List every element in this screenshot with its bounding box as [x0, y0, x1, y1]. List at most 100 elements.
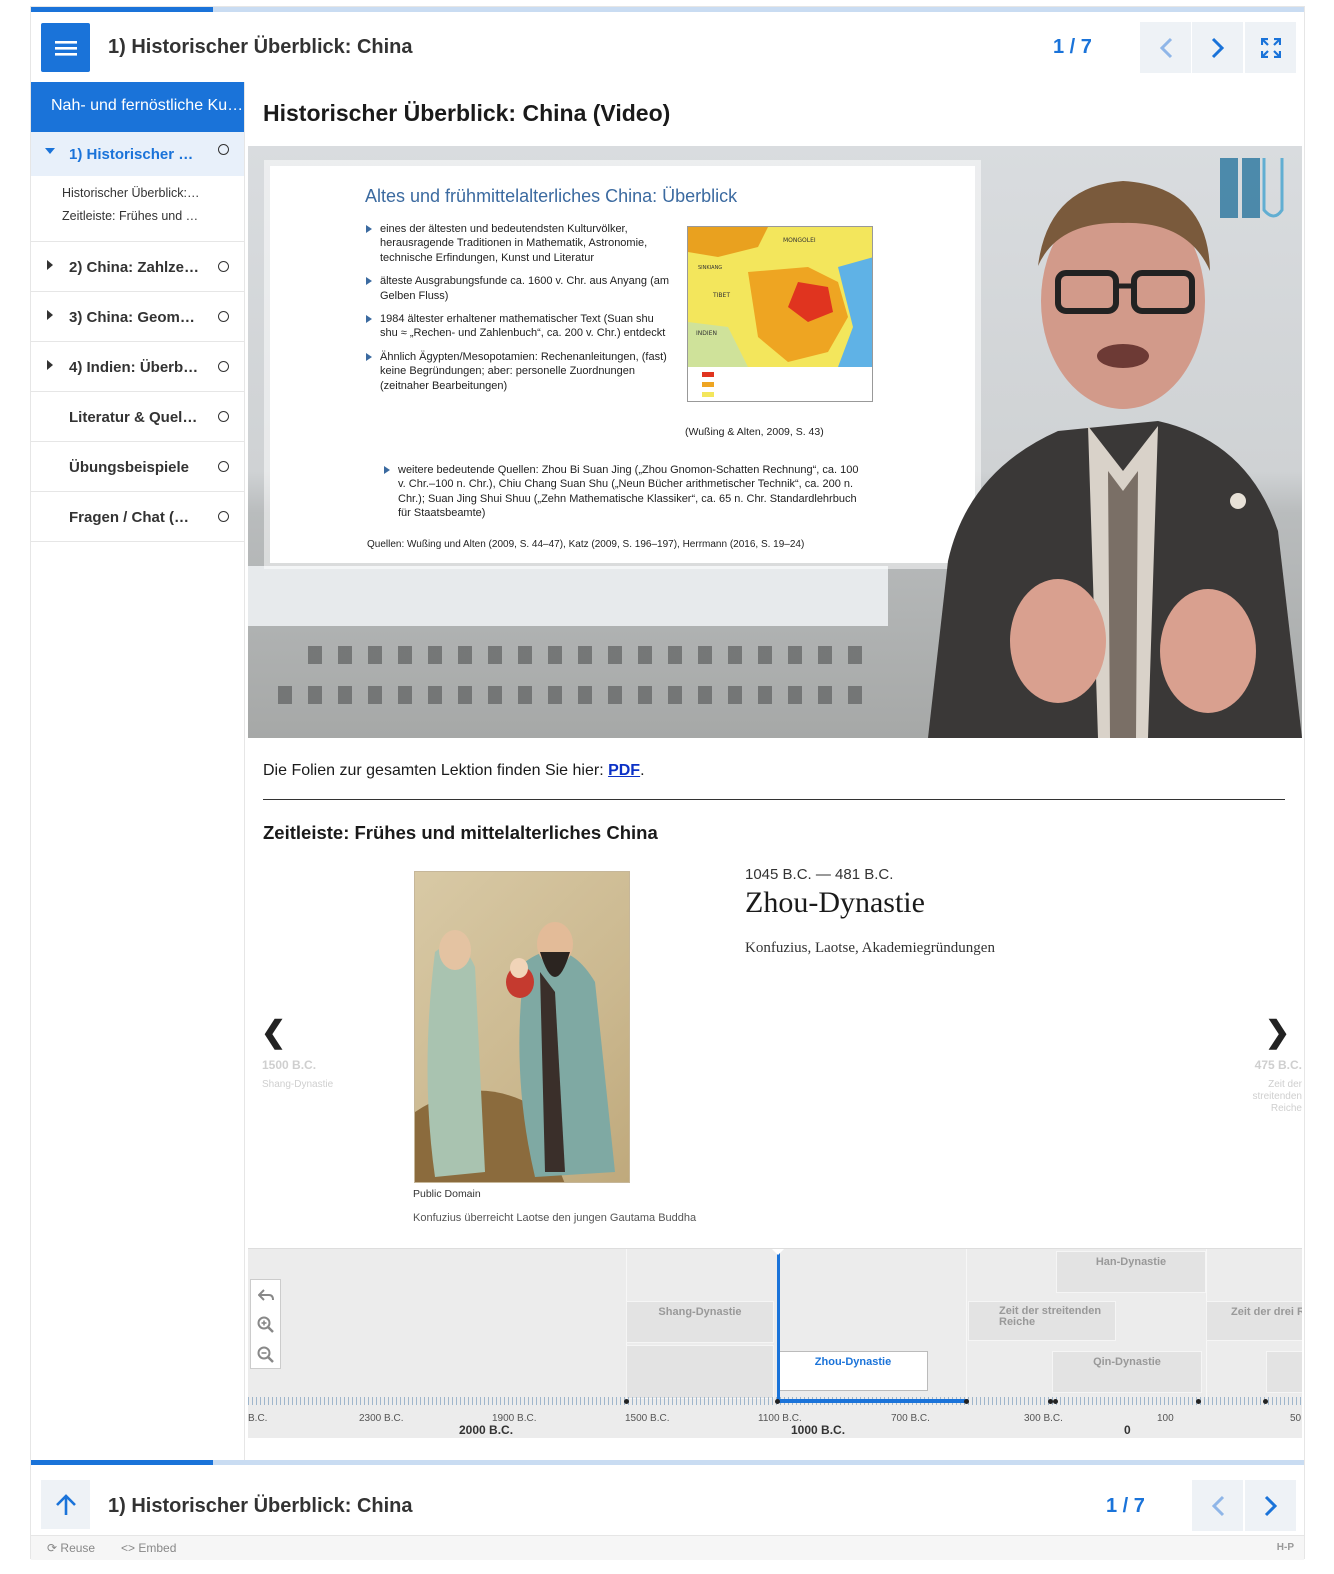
book-header: 1) Historischer Überblick: China 1 / 7 [31, 12, 1304, 87]
axis-event-dot [1053, 1399, 1058, 1404]
slide-bullet: eines der ältesten und bedeutendsten Kul… [366, 222, 670, 265]
chevron-left-icon [1211, 1495, 1224, 1516]
slides-download-text: Die Folien zur gesamten Lektion finden S… [263, 762, 645, 780]
section-title: Historischer Überblick: China (Video) [263, 100, 671, 126]
era-shang-continued [626, 1345, 774, 1399]
era-partial [1266, 1351, 1302, 1393]
hamburger-icon [54, 40, 77, 56]
timeline-next-arrow[interactable]: ❯ [1265, 1018, 1290, 1048]
progress-circle-icon [218, 461, 229, 472]
collapsed-caret-icon [47, 310, 53, 320]
pdf-link[interactable]: PDF [608, 762, 640, 779]
footer-next-page-button[interactable] [1245, 1480, 1296, 1531]
expand-caret-icon [45, 148, 55, 154]
chapter-label: Fragen / Chat (… [69, 509, 190, 526]
reuse-button[interactable]: ⟳ Reuse [47, 1541, 95, 1555]
book-footer: 1) Historischer Überblick: China 1 / 7 [31, 1465, 1304, 1535]
era-zhou-dynastie[interactable]: Zhou-Dynastie [778, 1351, 928, 1391]
progress-circle-icon [218, 511, 229, 522]
axis-major-label: 2000 B.C. [459, 1423, 514, 1437]
timeline-slide-image [414, 871, 630, 1183]
slide-bullet: 1984 ältester erhaltener mathematischer … [366, 312, 670, 341]
progress-circle-icon [218, 311, 229, 322]
fullscreen-icon [1260, 37, 1281, 58]
embed-label: Embed [138, 1541, 177, 1555]
sidebar-chapter-4[interactable]: 4) Indien: Überb… [31, 342, 244, 392]
timeline-axis-selection [778, 1399, 968, 1403]
progress-circle-icon [218, 261, 229, 272]
era-han-dynastie[interactable]: Han-Dynastie [1056, 1251, 1206, 1293]
sidebar-chapter-6[interactable]: Übungsbeispiele [31, 442, 244, 492]
collapsed-caret-icon [47, 360, 53, 370]
progress-circle-icon [218, 411, 229, 422]
era-drei-reiche[interactable]: Zeit der drei R [1206, 1301, 1302, 1341]
axis-tick-label: 2300 B.C. [359, 1413, 404, 1424]
fullscreen-button[interactable] [1245, 22, 1296, 73]
timeline-previous-arrow[interactable]: ❮ [261, 1018, 286, 1048]
timeline-back-to-start-button[interactable] [251, 1280, 280, 1310]
footer-chapter-title: 1) Historischer Überblick: China [108, 1495, 413, 1517]
zoom-out-icon [257, 1346, 274, 1363]
timeline-previous-event[interactable]: 1500 B.C. Shang-Dynastie [262, 1058, 333, 1091]
sidebar-chapter-2[interactable]: 2) China: Zahlze… [31, 242, 244, 292]
pdf-suffix: . [640, 762, 645, 779]
lecture-video[interactable]: Altes und frühmittelalterliches China: Ü… [248, 146, 1302, 738]
axis-event-dot [775, 1399, 780, 1404]
next-event-year: 475 B.C. [1254, 1058, 1302, 1072]
embed-icon: <> [121, 1541, 136, 1555]
confucius-laozi-painting [415, 922, 615, 1182]
axis-tick-label: B.C. [248, 1413, 268, 1424]
timeline-next-event[interactable]: 475 B.C. Zeit der streitenden Reiche [1226, 1058, 1302, 1115]
back-to-top-button[interactable] [41, 1480, 90, 1529]
era-qin-dynastie[interactable]: Qin-Dynastie [1052, 1351, 1202, 1393]
chapter-label: 3) China: Geom… [69, 309, 195, 326]
axis-tick-label: 50 [1290, 1413, 1302, 1424]
timeline-column-line [966, 1249, 967, 1399]
previous-event-year: 1500 B.C. [262, 1058, 317, 1072]
axis-event-dot [1263, 1399, 1268, 1404]
map-label: MONGOLEI [783, 237, 816, 244]
chapter-label: 1) Historischer … [69, 146, 194, 163]
era-shang-dynastie[interactable]: Shang-Dynastie [626, 1301, 774, 1343]
sidebar-subsections: Historischer Überblick:… Zeitleiste: Frü… [31, 176, 244, 242]
slide-bullets: eines der ältesten und bedeutendsten Kul… [366, 222, 670, 402]
menu-button[interactable] [41, 23, 90, 72]
sidebar-chapter-7[interactable]: Fragen / Chat (… [31, 492, 244, 542]
footer-previous-page-button[interactable] [1192, 1480, 1243, 1531]
h5p-logo[interactable]: H-P [1277, 1542, 1294, 1553]
hall-chairs [278, 686, 878, 704]
next-page-button[interactable] [1192, 22, 1243, 73]
timeline-navigator[interactable]: Shang-Dynastie Zhou-Dynastie Zeit der st… [248, 1248, 1302, 1438]
timeline-zoom-in-button[interactable] [251, 1310, 280, 1340]
sidebar-chapter-5[interactable]: Literatur & Quel… [31, 392, 244, 442]
axis-major-label: 0 [1124, 1423, 1131, 1437]
map-label: SINKIANG [698, 265, 722, 271]
reuse-icon: ⟳ [47, 1541, 58, 1555]
sidebar-navigation: Nah- und fernöstliche Ku… 1) Historische… [31, 82, 245, 1460]
sidebar-subsection-2[interactable]: Zeitleiste: Frühes und … [62, 209, 244, 223]
image-caption: Konfuzius überreicht Laotse den jungen G… [413, 1212, 697, 1224]
sidebar-subsection-1[interactable]: Historischer Überblick:… [62, 186, 244, 200]
chapter-label: Übungsbeispiele [69, 459, 190, 476]
axis-tick-label: 100 [1157, 1413, 1174, 1424]
embed-button[interactable]: <> Embed [121, 1541, 176, 1555]
sidebar-chapter-1[interactable]: 1) Historischer … [31, 132, 244, 176]
chapter-label: 4) Indien: Überb… [69, 359, 199, 376]
axis-event-dot [964, 1399, 969, 1404]
arrow-up-icon [55, 1493, 76, 1515]
chapter-content: Historischer Überblick: China (Video) Al… [246, 82, 1304, 1460]
timeline-zoom-out-button[interactable] [251, 1340, 280, 1370]
hall-chairs [308, 646, 868, 664]
axis-event-dot [624, 1399, 629, 1404]
sidebar-course-title: Nah- und fernöstliche Ku… [31, 82, 244, 132]
chevron-right-icon [1264, 1495, 1277, 1516]
next-event-name: Zeit der streitenden Reiche [1252, 1079, 1302, 1114]
reuse-label: Reuse [60, 1541, 96, 1555]
zoom-in-icon [257, 1316, 274, 1333]
slide-title: Altes und frühmittelalterliches China: Ü… [365, 186, 738, 206]
slide-bullet: Ähnlich Ägypten/Mesopotamien: Rechenanle… [366, 350, 670, 393]
era-streitende-reiche[interactable]: Zeit der streitenden Reiche [968, 1301, 1116, 1341]
h5p-actions-bar: ⟳ Reuse <> Embed H-P [31, 1535, 1304, 1560]
previous-page-button[interactable] [1140, 22, 1191, 73]
sidebar-chapter-3[interactable]: 3) China: Geom… [31, 292, 244, 342]
